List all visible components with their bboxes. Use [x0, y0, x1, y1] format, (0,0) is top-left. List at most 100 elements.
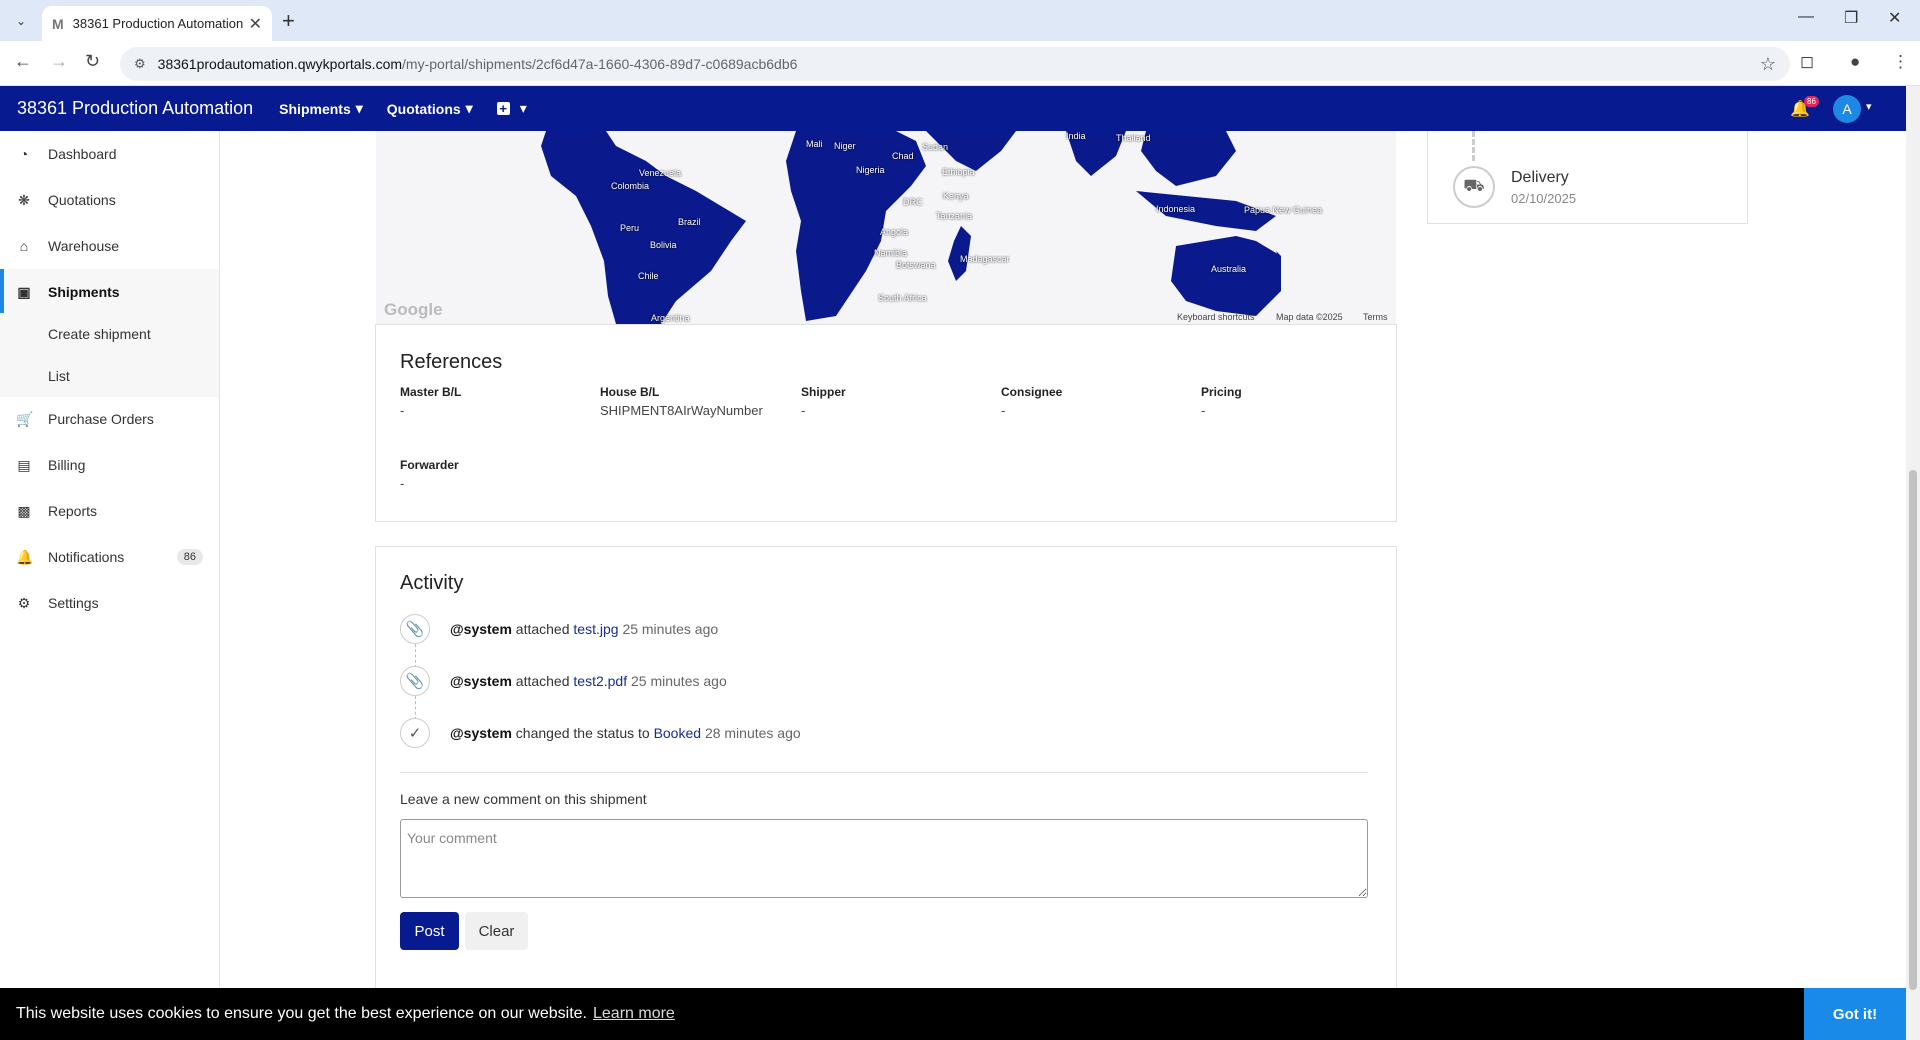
- forward-icon[interactable]: →: [50, 51, 68, 72]
- post-button[interactable]: Post: [400, 912, 459, 950]
- map-label: Tanzania: [936, 211, 973, 221]
- sidebar-item-label: Settings: [48, 595, 99, 611]
- gear-icon: ⚙: [17, 594, 31, 611]
- status-link[interactable]: Booked: [654, 725, 701, 741]
- sidebar-item-label: Dashboard: [48, 146, 117, 162]
- sidebar-item-label: Purchase Orders: [48, 411, 154, 427]
- quotations-icon: ❋: [18, 191, 30, 208]
- map-label: Brazil: [678, 217, 701, 227]
- map-label: Colombia: [611, 181, 650, 191]
- restore-icon[interactable]: ❐: [1844, 8, 1858, 28]
- sidebar-item-label: Quotations: [48, 192, 116, 208]
- brand-title[interactable]: 38361 Production Automation: [17, 98, 253, 119]
- profile-icon[interactable]: ●: [1850, 52, 1860, 72]
- keyboard-shortcuts-link[interactable]: Keyboard shortcuts: [1177, 312, 1255, 322]
- url-path: /my-portal/shipments/2cf6d47a-1660-4306-…: [402, 56, 798, 72]
- comment-input[interactable]: [400, 819, 1368, 898]
- sidebar-item-warehouse[interactable]: ⌂ Warehouse: [0, 223, 219, 269]
- notification-badge: 86: [1804, 96, 1819, 107]
- map-label: Bolivia: [650, 240, 677, 250]
- activity-action: attached: [515, 673, 570, 689]
- sidebar-item-label: Billing: [48, 457, 86, 473]
- scrollbar-thumb[interactable]: [1909, 470, 1917, 990]
- activity-action: changed the status to: [515, 725, 650, 741]
- extensions-icon[interactable]: ◻: [1800, 52, 1814, 72]
- ref-label-master-bl: Master B/L: [400, 385, 462, 399]
- chrome-menu-icon[interactable]: ⋮: [1892, 52, 1909, 72]
- cart-icon: 🛒: [16, 410, 34, 427]
- sidebar-subitem-list[interactable]: List: [0, 355, 219, 397]
- billing-icon: ▤: [17, 456, 31, 473]
- browser-tab[interactable]: M 38361 Production Automation ✕: [42, 6, 272, 41]
- back-icon[interactable]: ←: [14, 51, 32, 72]
- map-label: Nigeria: [856, 165, 885, 175]
- bookmark-star-icon[interactable]: ☆: [1760, 54, 1776, 75]
- sidebar-item-shipments[interactable]: ▣ Shipments: [0, 269, 219, 315]
- address-bar[interactable]: ⚙ 38361prodautomation.qwykportals.com/my…: [120, 47, 1790, 81]
- sidebar-item-notifications[interactable]: 🔔 Notifications 86: [0, 534, 219, 580]
- reports-icon: ▩: [17, 502, 31, 519]
- sidebar-item-settings[interactable]: ⚙ Settings: [0, 580, 219, 626]
- attachment-link[interactable]: test2.pdf: [573, 673, 627, 689]
- notification-count-badge: 86: [176, 549, 203, 565]
- sidebar-item-purchase-orders[interactable]: 🛒 Purchase Orders: [0, 396, 219, 442]
- google-logo: Google: [384, 300, 443, 319]
- map-label: Sudan: [922, 142, 949, 152]
- dashboard-icon: ◔: [19, 146, 29, 162]
- avatar[interactable]: A: [1833, 95, 1861, 123]
- sidebar-subitem-create-shipment[interactable]: Create shipment: [0, 313, 219, 355]
- map-label: DRC: [903, 197, 923, 207]
- learn-more-link[interactable]: Learn more: [593, 1005, 675, 1023]
- timeline-connector: [1472, 131, 1475, 161]
- close-window-icon[interactable]: ✕: [1888, 8, 1901, 28]
- minimize-icon[interactable]: —: [1798, 8, 1814, 26]
- map-label: Angola: [880, 227, 909, 237]
- delivery-milestone-card: ⛟ Delivery 02/10/2025: [1427, 131, 1748, 224]
- nav-quotations-label: Quotations: [386, 100, 461, 117]
- browser-toolbar: ← → ↻ ⚙ 38361prodautomation.qwykportals.…: [0, 41, 1920, 86]
- new-tab-icon[interactable]: +: [282, 8, 295, 34]
- sidebar-item-dashboard[interactable]: ◔ Dashboard: [0, 131, 219, 177]
- clear-button[interactable]: Clear: [465, 912, 528, 950]
- sidebar-item-billing[interactable]: ▤ Billing: [0, 442, 219, 488]
- ref-label-consignee: Consignee: [1001, 385, 1063, 399]
- map-label: Chile: [638, 271, 659, 281]
- ref-value-consignee: -: [1001, 403, 1006, 418]
- ref-value-pricing: -: [1201, 403, 1206, 418]
- map-label: Mali: [806, 139, 823, 149]
- attachment-link[interactable]: test.jpg: [573, 621, 618, 637]
- site-info-icon[interactable]: ⚙: [134, 56, 146, 72]
- terms-link[interactable]: Terms: [1363, 312, 1388, 322]
- references-title: References: [400, 351, 503, 373]
- reload-icon[interactable]: ↻: [85, 51, 100, 72]
- divider: [400, 772, 1368, 773]
- sidebar-subitem-label: Create shipment: [48, 326, 151, 342]
- ref-label-pricing: Pricing: [1201, 385, 1242, 399]
- comment-label: Leave a new comment on this shipment: [400, 791, 647, 807]
- cookie-accept-button[interactable]: Got it!: [1804, 988, 1906, 1040]
- quick-add-button[interactable]: + ▾: [496, 100, 527, 117]
- delivery-title: Delivery: [1511, 169, 1569, 186]
- map-label: India: [1066, 131, 1086, 141]
- sidebar-item-reports[interactable]: ▩ Reports: [0, 488, 219, 534]
- favicon-icon: M: [52, 15, 64, 32]
- app-header: 38361 Production Automation Shipments ▾ Q…: [0, 86, 1906, 131]
- map-label: Niger: [834, 141, 856, 151]
- sidebar-item-quotations[interactable]: ❋ Quotations: [0, 177, 219, 223]
- ref-label-shipper: Shipper: [801, 385, 846, 399]
- sidebar-subitem-label: List: [48, 368, 70, 384]
- url-host: 38361prodautomation.qwykportals.com: [157, 56, 403, 72]
- tab-search-icon[interactable]: ⌄: [10, 10, 32, 32]
- nav-quotations[interactable]: Quotations ▾: [387, 100, 473, 117]
- sidebar-item-label: Warehouse: [48, 238, 120, 254]
- sidebar-item-label: Notifications: [48, 549, 125, 565]
- activity-user: @system: [450, 621, 512, 637]
- delivery-date: 02/10/2025: [1511, 191, 1577, 206]
- tab-title: 38361 Production Automation: [72, 16, 244, 31]
- route-map[interactable]: Niger Mali Chad Sudan Nigeria Ethiopia I…: [376, 131, 1396, 324]
- tab-close-icon[interactable]: ✕: [249, 14, 262, 34]
- ref-label-house-bl: House B/L: [600, 385, 660, 399]
- activity-user: @system: [450, 673, 512, 689]
- nav-shipments[interactable]: Shipments ▾: [279, 100, 363, 117]
- chevron-down-icon[interactable]: ▾: [1866, 100, 1872, 113]
